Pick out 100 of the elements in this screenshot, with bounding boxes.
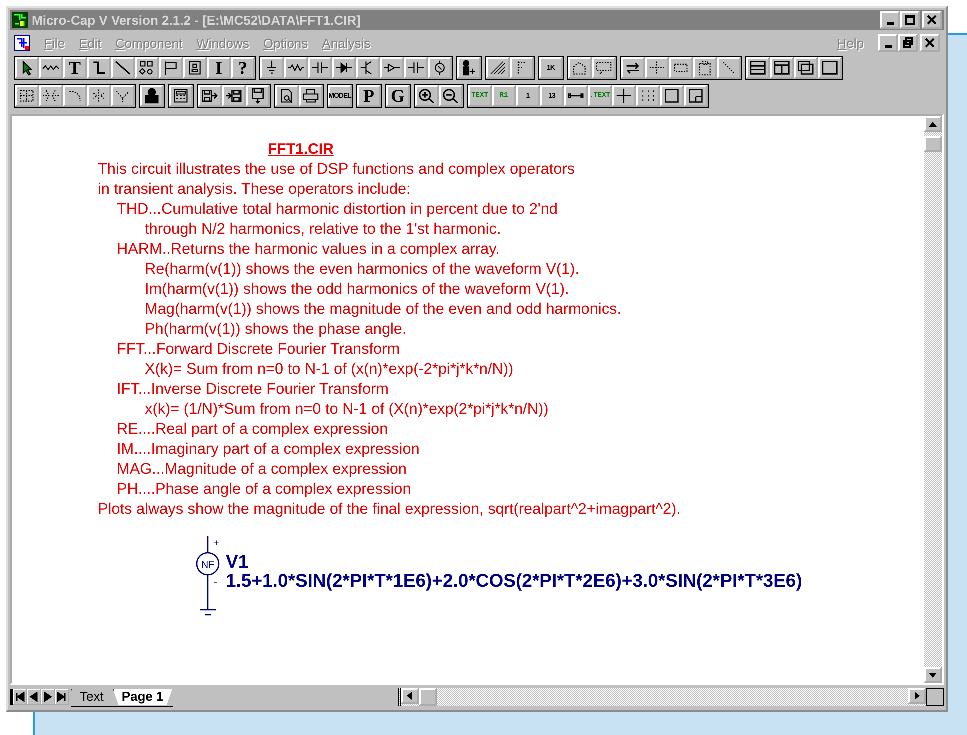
- tool-button[interactable]: [770, 57, 794, 79]
- horizontal-scrollbar[interactable]: [398, 688, 926, 706]
- last-page-icon: [57, 692, 67, 702]
- tool-button[interactable]: P: [357, 85, 381, 107]
- tool-button[interactable]: [222, 85, 246, 107]
- tool-button[interactable]: [612, 85, 636, 107]
- tool-button[interactable]: [415, 85, 439, 107]
- document-text-line: IM....Imaginary part of a complex expression: [117, 440, 420, 460]
- up-arrow-icon: [929, 122, 937, 126]
- close-button[interactable]: [922, 11, 942, 29]
- tool-button[interactable]: [568, 57, 592, 79]
- document-text-line: IFT...Inverse Discrete Fourier Transform: [117, 380, 389, 400]
- tool-button[interactable]: [159, 57, 183, 79]
- close-icon: [925, 14, 939, 26]
- tool-button[interactable]: [380, 57, 404, 79]
- save-down-icon: [249, 88, 267, 104]
- scroll-up-button[interactable]: [924, 116, 942, 132]
- tool-button[interactable]: [404, 57, 428, 79]
- restore-button[interactable]: [898, 34, 918, 52]
- scroll-thumb[interactable]: [418, 688, 437, 706]
- tool-button[interactable]: [260, 57, 284, 79]
- minimize-button[interactable]: [880, 11, 900, 29]
- tool-button[interactable]: [660, 85, 684, 107]
- tool-button[interactable]: T: [63, 57, 87, 79]
- document-text-line: MAG...Magnitude of a complex expression: [117, 460, 407, 480]
- tool-button[interactable]: [818, 57, 842, 79]
- maximize-button[interactable]: [900, 11, 920, 29]
- document-text-line: THD...Cumulative total harmonic distortion in percent due to 2'nd: [117, 200, 558, 220]
- tool-button[interactable]: [486, 57, 510, 79]
- tool-button[interactable]: [308, 57, 332, 79]
- document-text-line: FFT...Forward Discrete Fourier Transform: [117, 340, 400, 360]
- split-h-icon: [749, 60, 767, 76]
- dotted-arrows-icon: [42, 88, 60, 104]
- last-page-button[interactable]: [55, 689, 69, 705]
- tool-button[interactable]: I: [207, 57, 231, 79]
- next-page-button[interactable]: [41, 689, 55, 705]
- tool-button[interactable]: [439, 85, 463, 107]
- tool-button[interactable]: [564, 85, 588, 107]
- tool-button[interactable]: [15, 85, 39, 107]
- tool-button[interactable]: [621, 57, 645, 79]
- component-value: 1.5+1.0*SIN(2*PI*T*1E6)+2.0*COS(2*PI*T*2E6)+3.0*SIN(2*PI*T*3E6): [226, 571, 802, 590]
- restore-icon: [901, 37, 915, 49]
- page-tab[interactable]: Text: [71, 688, 113, 706]
- tool-button[interactable]: [284, 57, 308, 79]
- corner-button[interactable]: [926, 688, 944, 706]
- tool-button[interactable]: [645, 57, 669, 79]
- scroll-thumb[interactable]: [924, 136, 942, 152]
- tool-button[interactable]: [693, 57, 717, 79]
- tool-button[interactable]: [39, 57, 63, 79]
- tool-button[interactable]: [87, 57, 111, 79]
- component-name: V1: [226, 552, 249, 571]
- tool-button[interactable]: [275, 85, 299, 107]
- scroll-left-button[interactable]: [400, 688, 419, 704]
- tool-button[interactable]: [87, 85, 111, 107]
- tool-button[interactable]: G: [386, 85, 410, 107]
- tool-button[interactable]: [183, 57, 207, 79]
- square-icon: [663, 88, 681, 104]
- tool-button[interactable]: [746, 57, 770, 79]
- down-arrow-icon: [929, 672, 937, 678]
- previous-page-button[interactable]: [27, 689, 41, 705]
- schematic-icon[interactable]: [14, 35, 30, 51]
- window-title: Micro-Cap V Version 2.1.2 - [E:\MC52\DATA\FFT1.CIR]: [32, 12, 362, 28]
- blank-icon: [821, 60, 839, 76]
- scroll-right-button[interactable]: [908, 688, 926, 704]
- document-text-line: RE....Real part of a complex expression: [117, 420, 388, 440]
- tool-button[interactable]: [794, 57, 818, 79]
- tool-button[interactable]: [111, 57, 135, 79]
- first-page-button[interactable]: [13, 689, 27, 705]
- tool-button[interactable]: [636, 85, 660, 107]
- square-small-icon: [687, 88, 705, 104]
- previous-page-icon: [29, 692, 39, 702]
- tool-button[interactable]: [135, 57, 159, 79]
- minimize-button[interactable]: [878, 34, 898, 52]
- tool-button[interactable]: ?: [231, 57, 255, 79]
- flag-icon: [162, 60, 180, 76]
- tool-button[interactable]: [356, 57, 380, 79]
- tool-button[interactable]: [592, 57, 616, 79]
- document-text-line: X(k)= Sum from n=0 to N-1 of (x(n)*exp(-2*pi*j*k*n/N)): [145, 360, 514, 380]
- document-text-line: Plots always show the magnitude of the final expression, sqrt(realpart^2+imagpart^2).: [98, 500, 681, 520]
- document-text-line: Im(harm(v(1)) shows the odd harmonics of the waveform V(1).: [145, 280, 570, 300]
- tool-button[interactable]: [669, 57, 693, 79]
- document-text-line: HARM..Returns the harmonic values in a complex array.: [117, 240, 500, 260]
- circuit-board-icon: [12, 12, 28, 28]
- tool-button[interactable]: [428, 57, 452, 79]
- page-tab[interactable]: Page 1: [112, 688, 173, 706]
- diagonal-icon: [114, 60, 132, 76]
- tool-button[interactable]: [510, 57, 534, 79]
- tool-button[interactable]: [15, 57, 39, 79]
- tool-button[interactable]: [684, 85, 708, 107]
- vertical-scrollbar[interactable]: [924, 116, 942, 683]
- scroll-down-button[interactable]: [924, 667, 942, 683]
- tool-button[interactable]: [111, 85, 135, 107]
- close-button[interactable]: [920, 34, 940, 52]
- tool-button[interactable]: [39, 85, 63, 107]
- tool-button[interactable]: [198, 85, 222, 107]
- tool-button[interactable]: [246, 85, 270, 107]
- calculator-icon: [172, 88, 190, 104]
- save-right-icon: [201, 88, 219, 104]
- tool-button[interactable]: [299, 85, 323, 107]
- tool-button[interactable]: [332, 57, 356, 79]
